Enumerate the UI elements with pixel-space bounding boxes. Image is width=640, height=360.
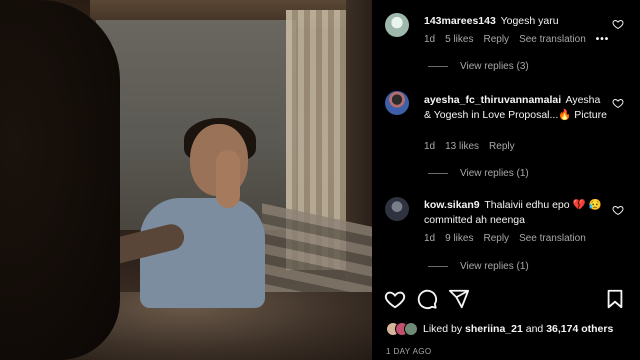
replies-divider — [428, 173, 448, 174]
comment-likes[interactable]: 9 likes — [445, 233, 473, 244]
replies-divider — [428, 266, 448, 267]
comment-time: 1d — [424, 141, 436, 152]
likes-label: Liked by sheriina_21 and 36,174 others — [423, 323, 613, 335]
comment-username[interactable]: kow.sikan9 — [424, 199, 480, 211]
comment-heart-icon[interactable] — [612, 18, 624, 30]
comment-text: kow.sikan9 Thalaivii edhu epo 💔 😥 commit… — [424, 198, 610, 228]
see-translation-button[interactable]: See translation — [519, 233, 586, 244]
more-options-icon[interactable]: ••• — [596, 34, 610, 45]
likes-prefix: Liked by — [423, 323, 463, 335]
comment-username[interactable]: ayesha_fc_thiruvannamalai — [424, 94, 561, 106]
comment-text: ayesha_fc_thiruvannamalai Ayesha & Yoges… — [424, 93, 610, 123]
comment-time: 1d — [424, 233, 436, 244]
view-replies-button[interactable]: View replies (1) — [428, 261, 529, 272]
heart-icon[interactable] — [384, 288, 406, 310]
comment-meta: 1d 9 likes Reply See translation — [424, 233, 586, 244]
see-translation-button[interactable]: See translation — [519, 34, 586, 45]
view-replies-label: View replies (1) — [460, 168, 529, 179]
comment-icon[interactable] — [416, 288, 438, 310]
comment-meta: 1d 13 likes Reply — [424, 141, 515, 152]
comment-username[interactable]: 143marees143 — [424, 15, 496, 27]
replies-divider — [428, 66, 448, 67]
comment-heart-icon[interactable] — [612, 204, 624, 216]
view-replies-button[interactable]: View replies (1) — [428, 168, 529, 179]
post-time-ago: 1 DAY AGO — [386, 347, 432, 356]
post-action-bar — [372, 288, 640, 314]
view-replies-label: View replies (3) — [460, 61, 529, 72]
comment-text: 143marees143 Yogesh yaru — [424, 14, 610, 29]
comments-panel: 143marees143 Yogesh yaru 1d 5 likes Repl… — [372, 0, 640, 360]
comment-likes[interactable]: 5 likes — [445, 34, 473, 45]
liker-avatar — [404, 322, 418, 336]
view-replies-button[interactable]: View replies (3) — [428, 61, 529, 72]
avatar[interactable] — [385, 13, 409, 37]
share-icon[interactable] — [448, 288, 470, 310]
photo-hand — [216, 150, 240, 208]
comment-heart-icon[interactable] — [612, 97, 624, 109]
avatar[interactable] — [385, 197, 409, 221]
bookmark-icon[interactable] — [604, 288, 626, 310]
likes-summary[interactable]: Liked by sheriina_21 and 36,174 others — [386, 322, 613, 336]
view-replies-label: View replies (1) — [460, 261, 529, 272]
likes-conjunction: and — [525, 323, 544, 335]
avatar[interactable] — [385, 91, 409, 115]
likes-count[interactable]: 36,174 others — [546, 323, 613, 335]
reply-button[interactable]: Reply — [483, 233, 509, 244]
comment-meta: 1d 5 likes Reply See translation ••• — [424, 34, 609, 45]
comment-body: Yogesh yaru — [500, 15, 559, 27]
photo-foreground-figure — [0, 0, 120, 360]
reply-button[interactable]: Reply — [483, 34, 509, 45]
post-photo[interactable] — [0, 0, 372, 360]
comment-likes[interactable]: 13 likes — [445, 141, 479, 152]
reply-button[interactable]: Reply — [489, 141, 515, 152]
comment-time: 1d — [424, 34, 436, 45]
likes-user[interactable]: sheriina_21 — [465, 323, 523, 335]
